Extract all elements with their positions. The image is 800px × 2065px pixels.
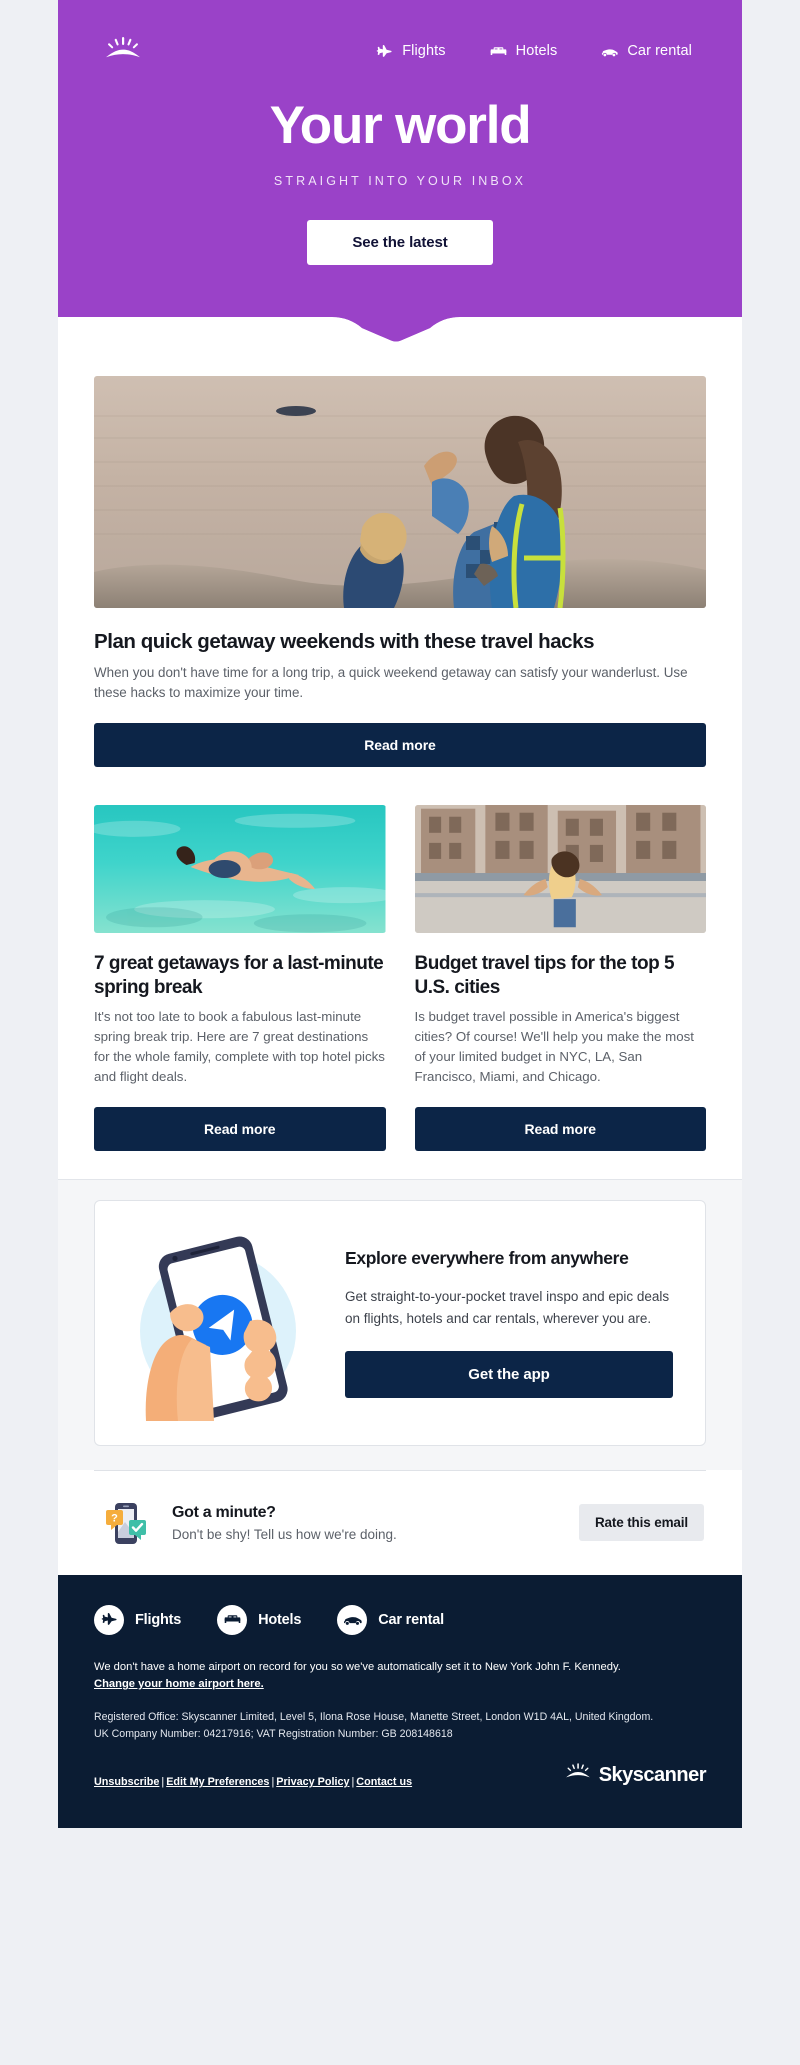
bed-icon bbox=[490, 43, 507, 60]
feedback-title: Got a minute? bbox=[172, 1503, 276, 1521]
footer-nav-hotels[interactable]: Hotels bbox=[217, 1604, 302, 1635]
feedback-subtitle: Don't be shy! Tell us how we're doing. bbox=[172, 1526, 397, 1542]
feedback-section: ? Got a minute? Don't be shy! Tell us ho… bbox=[58, 1469, 742, 1575]
edit-my-preferences-link[interactable]: Edit My Preferences bbox=[166, 1776, 269, 1788]
hero-nav-flights-label: Flights bbox=[402, 43, 446, 59]
hero-subtitle: STRAIGHT INTO YOUR INBOX bbox=[273, 173, 527, 188]
airplane-icon bbox=[376, 43, 393, 60]
hero-nav-flights[interactable]: Flights bbox=[376, 43, 446, 60]
footer-nav-flights[interactable]: Flights bbox=[94, 1604, 182, 1635]
app-promo-title: Explore everywhere from anywhere bbox=[345, 1247, 629, 1268]
feature-article-title: Plan quick getaway weekends with these t… bbox=[94, 630, 595, 653]
contact-us-link[interactable]: Contact us bbox=[356, 1776, 412, 1788]
rate-this-email-button[interactable]: Rate this email bbox=[578, 1504, 704, 1542]
email-body: Flights Hotels Car rental Your world STR… bbox=[58, 0, 742, 1829]
footer-nav-car-rental[interactable]: Car rental bbox=[337, 1604, 444, 1635]
airplane-icon bbox=[94, 1604, 124, 1635]
home-airport-note-text: We don't have a home airport on record f… bbox=[94, 1660, 621, 1673]
feature-article-body: When you don't have time for a long trip… bbox=[94, 665, 688, 701]
hero-content: Your world STRAIGHT INTO YOUR INBOX See … bbox=[58, 72, 742, 265]
app-promo-section: Explore everywhere from anywhere Get str… bbox=[58, 1178, 742, 1470]
app-promo-body: Get straight-to-your-pocket travel inspo… bbox=[345, 1288, 670, 1326]
sunburst-icon bbox=[564, 1763, 592, 1788]
article-card-2: Budget travel tips for the top 5 U.S. ci… bbox=[414, 805, 706, 1151]
feature-read-more-button[interactable]: Read more bbox=[94, 723, 706, 768]
email-page: Flights Hotels Car rental Your world STR… bbox=[0, 0, 800, 2065]
car-icon bbox=[601, 43, 619, 60]
article-card-2-body: Is budget travel possible in America's b… bbox=[414, 1008, 694, 1084]
hero-title: Your world bbox=[269, 96, 532, 155]
hero-nav-hotels-label: Hotels bbox=[515, 43, 558, 59]
hero-nav-links: Flights Hotels Car rental bbox=[376, 43, 698, 60]
skyscanner-wordmark: Skyscanner bbox=[598, 1764, 707, 1787]
feedback-phone-icon: ? bbox=[100, 1497, 154, 1549]
article-card-2-image[interactable] bbox=[414, 805, 706, 934]
feedback-text: Got a minute? Don't be shy! Tell us how … bbox=[172, 1504, 561, 1542]
footer-links: Unsubscribe | Edit My Preferences | Privacy … bbox=[94, 1776, 412, 1788]
get-the-app-button[interactable]: Get the app bbox=[345, 1351, 673, 1399]
article-card-1-body: It's not too late to book a fabulous las… bbox=[94, 1008, 385, 1084]
hero-section: Flights Hotels Car rental Your world STR… bbox=[58, 0, 742, 345]
email-footer: Flights Hotels Car rental We don't have … bbox=[58, 1574, 742, 1829]
articles-section: Plan quick getaway weekends with these t… bbox=[58, 344, 742, 1179]
article-card-1-title: 7 great getaways for a last-minute sprin… bbox=[94, 953, 384, 999]
article-card-grid: 7 great getaways for a last-minute sprin… bbox=[94, 805, 706, 1151]
hero-navigation: Flights Hotels Car rental bbox=[58, 0, 742, 72]
footer-navigation: Flights Hotels Car rental bbox=[94, 1604, 706, 1657]
change-home-airport-link[interactable]: Change your home airport here. bbox=[94, 1678, 264, 1690]
home-airport-note: We don't have a home airport on record f… bbox=[94, 1657, 706, 1694]
hero-nav-car-rental[interactable]: Car rental bbox=[601, 43, 692, 60]
footer-nav-hotels-label: Hotels bbox=[258, 1611, 302, 1628]
see-the-latest-button[interactable]: See the latest bbox=[307, 219, 493, 265]
feedback-row: ? Got a minute? Don't be shy! Tell us ho… bbox=[94, 1471, 706, 1575]
article-card-2-read-more-button[interactable]: Read more bbox=[414, 1106, 706, 1151]
footer-nav-flights-label: Flights bbox=[135, 1611, 182, 1628]
unsubscribe-link[interactable]: Unsubscribe bbox=[94, 1776, 159, 1788]
hero-notch-divider bbox=[58, 317, 742, 345]
article-card-1-read-more-button[interactable]: Read more bbox=[94, 1106, 386, 1151]
app-promo-card: Explore everywhere from anywhere Get str… bbox=[94, 1199, 706, 1446]
hero-nav-car-rental-label: Car rental bbox=[627, 43, 692, 59]
sunburst-icon bbox=[102, 36, 144, 66]
svg-text:?: ? bbox=[111, 1512, 118, 1524]
privacy-policy-link[interactable]: Privacy Policy bbox=[276, 1776, 349, 1788]
phone-in-hand-illustration bbox=[109, 1223, 337, 1423]
app-promo-text: Explore everywhere from anywhere Get str… bbox=[345, 1247, 679, 1399]
article-card-1: 7 great getaways for a last-minute sprin… bbox=[94, 805, 386, 1151]
hero-nav-hotels[interactable]: Hotels bbox=[490, 43, 558, 60]
footer-bottom-row: Unsubscribe | Edit My Preferences | Privacy … bbox=[94, 1763, 707, 1788]
bed-icon bbox=[217, 1604, 248, 1635]
registered-office-legal-text: Registered Office: Skyscanner Limited, L… bbox=[94, 1711, 654, 1741]
skyscanner-logo: Skyscanner bbox=[564, 1763, 707, 1788]
car-icon bbox=[337, 1604, 368, 1635]
article-card-1-image[interactable] bbox=[94, 805, 386, 934]
article-card-2-title: Budget travel tips for the top 5 U.S. ci… bbox=[414, 953, 675, 999]
feature-article-image[interactable] bbox=[94, 376, 706, 608]
footer-nav-car-rental-label: Car rental bbox=[378, 1611, 444, 1628]
